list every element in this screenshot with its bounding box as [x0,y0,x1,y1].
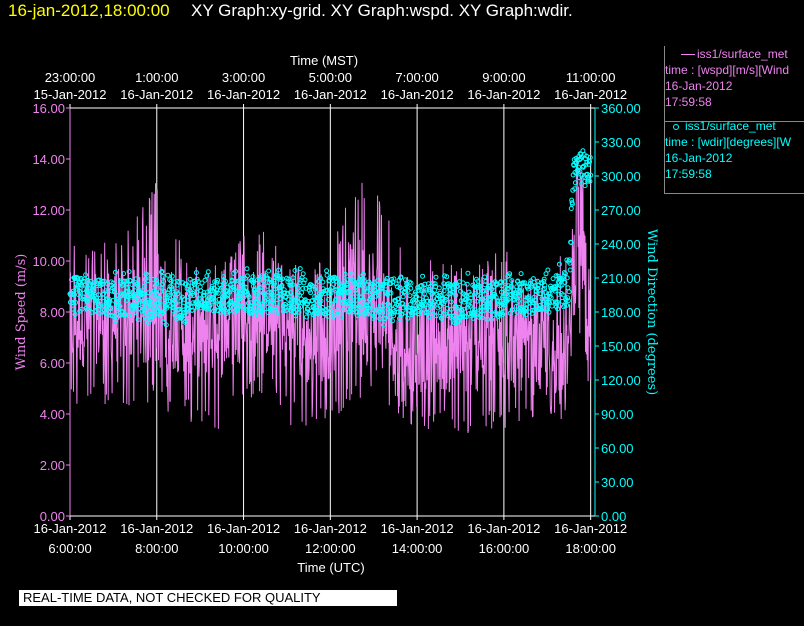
top-axis-title: Time (MST) [290,53,358,68]
wdir-point [518,271,524,277]
right-tick-label: 240.00 [601,237,641,252]
wdir-point [266,268,272,274]
wdir-point [465,270,471,276]
left-tick-label: 4.00 [40,407,65,422]
right-tick-label: 330.00 [601,135,641,150]
right-tick-label: 0.00 [601,509,626,524]
wdir-point [565,285,571,291]
wdir-point [482,274,488,280]
top-tick-date: 16-Jan-2012 [294,87,367,102]
left-tick-label: 6.00 [40,356,65,371]
top-tick-time: 11:00:00 [566,70,616,85]
left-tick-label: 0.00 [40,509,65,524]
right-tick-label: 30.00 [601,475,634,490]
circle-marker-icon [673,123,679,130]
right-tick-label: 150.00 [601,339,641,354]
bottom-tick-date: 16-Jan-2012 [467,521,540,536]
wdir-point [403,277,408,283]
wdir-point [400,294,406,300]
bottom-tick-time: 8:00:00 [135,541,178,556]
wdir-point [568,206,574,211]
wdir-point [545,267,551,273]
wdir-point [324,268,330,274]
quality-notice: REAL-TIME DATA, NOT CHECKED FOR QUALITY [19,590,397,606]
top-tick-date: 16-Jan-2012 [207,87,280,102]
left-tick-label: 12.00 [32,203,65,218]
legend-wdir-name: iss1/surface_met [685,119,776,133]
wdir-point [165,272,171,278]
wdir-point [567,267,573,273]
top-tick-date: 16-Jan-2012 [554,87,627,102]
bottom-tick-time: 6:00:00 [48,541,91,556]
wdir-point [300,271,306,277]
legend-wdir-date: 16-Jan-2012 [665,151,733,165]
bottom-tick-time: 10:00:00 [218,541,269,556]
top-tick-time: 9:00:00 [482,70,525,85]
right-tick-label: 270.00 [601,203,641,218]
legend-wspd-time: 17:59:58 [665,95,712,109]
top-tick-date: 16-Jan-2012 [120,87,193,102]
wdir-point [169,273,175,279]
wdir-point [582,183,588,189]
bottom-tick-time: 16:00:00 [479,541,530,556]
top-tick-date: 15-Jan-2012 [34,87,107,102]
bottom-tick-time: 14:00:00 [392,541,443,556]
wdir-point [407,293,413,299]
left-tick-label: 10.00 [32,254,65,269]
left-axis-title: Wind Speed (m/s) [14,254,29,371]
wdir-point [292,268,298,273]
wdir-point [418,288,424,293]
right-tick-label: 60.00 [601,441,634,456]
right-tick-label: 120.00 [601,373,641,388]
legend-wdir-time: 17:59:58 [665,167,712,181]
left-tick-label: 2.00 [40,458,65,473]
legend-wspd-date: 16-Jan-2012 [665,79,733,93]
right-tick-label: 90.00 [601,407,634,422]
line-swatch-icon [681,54,695,56]
wdir-point [464,281,470,287]
wdir-point [549,303,555,309]
left-tick-label: 16.00 [32,101,65,116]
right-tick-label: 180.00 [601,305,641,320]
top-tick-time: 5:00:00 [309,70,352,85]
bottom-tick-date: 16-Jan-2012 [207,521,280,536]
wdir-point [420,273,426,279]
top-tick-time: 1:00:00 [135,70,178,85]
left-tick-label: 8.00 [40,305,65,320]
legend-wspd-variable: time : [wspd][m/s][Wind [665,63,790,77]
bottom-tick-date: 16-Jan-2012 [294,521,367,536]
legend-wspd: iss1/surface_met time : [wspd][m/s][Wind… [664,46,804,122]
bottom-tick-time: 12:00:00 [305,541,356,556]
right-tick-label: 210.00 [601,271,641,286]
bottom-tick-time: 18:00:00 [565,541,616,556]
wdir-point [433,274,439,280]
top-tick-time: 23:00:00 [45,70,96,85]
right-tick-label: 300.00 [601,169,641,184]
top-tick-time: 7:00:00 [395,70,438,85]
wdir-point [244,273,250,279]
bottom-tick-date: 16-Jan-2012 [120,521,193,536]
wdir-point [530,276,536,282]
bottom-tick-date: 16-Jan-2012 [381,521,454,536]
legend-wdir: iss1/surface_met time : [wdir][degrees][… [664,118,804,194]
top-tick-date: 16-Jan-2012 [381,87,454,102]
wdir-point [197,284,203,290]
bottom-axis-title: Time (UTC) [297,560,364,575]
wdir-point [244,266,250,272]
wdir-point [572,180,578,186]
top-tick-date: 16-Jan-2012 [467,87,540,102]
wdir-point [566,289,572,295]
left-tick-label: 14.00 [32,152,65,167]
wdir-point [436,285,442,291]
right-axis-title: Wind Direction (degrees) [644,229,659,395]
legend-wspd-name: iss1/surface_met [697,47,788,61]
top-tick-time: 3:00:00 [222,70,265,85]
wdir-point [205,269,211,275]
right-tick-label: 360.00 [601,101,641,116]
legend-wdir-variable: time : [wdir][degrees][W [665,135,792,149]
wdir-point [202,277,208,283]
